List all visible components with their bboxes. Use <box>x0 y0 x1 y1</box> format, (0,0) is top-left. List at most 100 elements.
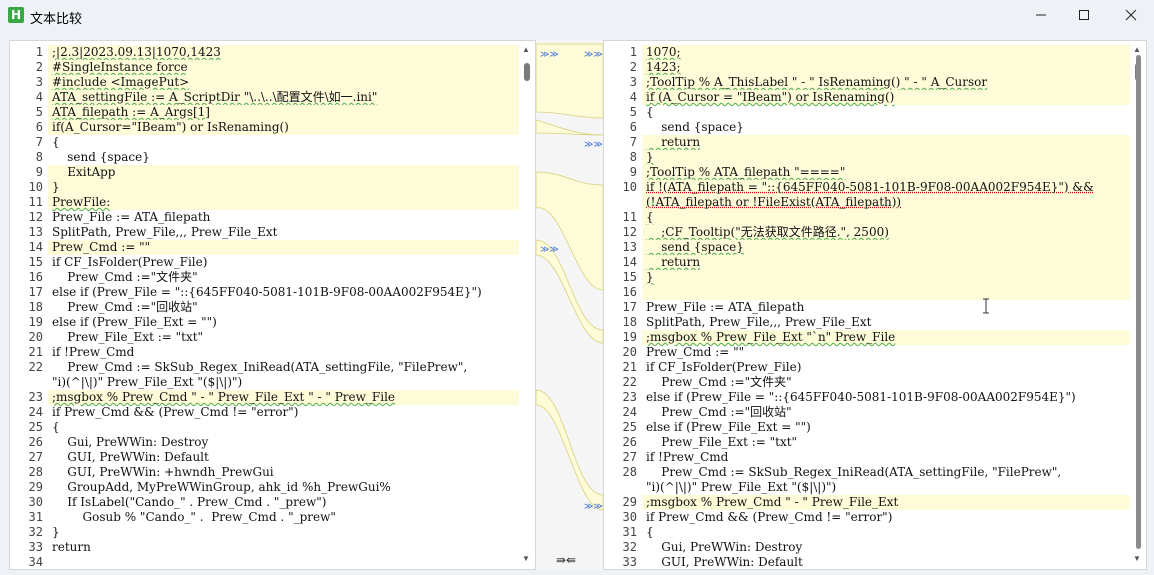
line-text[interactable]: Prew_Cmd :="文件夹" <box>52 270 197 285</box>
diff-marker-right[interactable]: ≫≫ <box>584 140 603 150</box>
line-text[interactable]: else if (Prew_File_Ext = "") <box>646 420 811 435</box>
left-editor-pane[interactable]: 1 ;|2.3|2023.09.13|1070,1423 2 #SingleInsta… <box>9 40 536 570</box>
left-code-line[interactable]: 23 ;msgbox % Prew_Cmd " - " Prew_File_Ext… <box>10 390 519 405</box>
line-text[interactable]: } <box>646 150 654 165</box>
right-code-line[interactable]: 14 return <box>604 255 1130 270</box>
line-text[interactable]: } <box>646 270 654 285</box>
diff-marker-left[interactable]: ≫≫ <box>540 245 559 255</box>
left-code-line[interactable]: 1 ;|2.3|2023.09.13|1070,1423 <box>10 45 519 60</box>
scroll-down-arrow-icon[interactable]: ▼ <box>1133 554 1141 563</box>
right-code-line[interactable]: 3 ;ToolTip % A_ThisLabel " - " IsRenaming… <box>604 75 1130 90</box>
line-text[interactable]: if !Prew_Cmd <box>52 345 134 360</box>
left-code-line[interactable]: 22 Prew_Cmd := SkSub_Regex_IniRead(ATA_s… <box>10 360 519 375</box>
right-code-line[interactable]: 11 { <box>604 210 1130 225</box>
right-code-line[interactable]: 33 GUI, PreWWin: Default <box>604 555 1130 569</box>
right-code-line[interactable]: "i)(^|\|)" Prew_File_Ext "($|\|)") <box>604 480 1130 495</box>
line-text[interactable]: { <box>52 420 60 435</box>
right-code-line[interactable]: 21 if CF_IsFolder(Prew_File) <box>604 360 1130 375</box>
left-code-line[interactable]: 30 If IsLabel("Cando_" . Prew_Cmd . "_pr… <box>10 495 519 510</box>
right-code-line[interactable]: 26 Prew_File_Ext := "txt" <box>604 435 1130 450</box>
diff-marker-left[interactable]: ≫≫ <box>540 50 559 60</box>
right-code-line[interactable]: 27 if !Prew_Cmd <box>604 450 1130 465</box>
right-code-line[interactable]: 25 else if (Prew_File_Ext = "") <box>604 420 1130 435</box>
left-code-line[interactable]: 4 ATA_settingFile := A_ScriptDir "\..\..\… <box>10 90 519 105</box>
left-code-line[interactable]: 24 if Prew_Cmd && (Prew_Cmd != "error") <box>10 405 519 420</box>
left-code-line[interactable]: 25 { <box>10 420 519 435</box>
line-text[interactable]: "i)(^|\|)" Prew_File_Ext "($|\|)") <box>646 480 836 495</box>
maximize-button[interactable] <box>1061 0 1107 30</box>
left-code-line[interactable]: 2 #SingleInstance force <box>10 60 519 75</box>
right-code-line[interactable]: 23 else if (Prew_File = "::{645FF040-5081… <box>604 390 1130 405</box>
left-code-line[interactable]: 31 Gosub % "Cando_" . Prew_Cmd . "_prew" <box>10 510 519 525</box>
right-code-line[interactable]: 16 <box>604 285 1130 300</box>
left-code-line[interactable]: 10} <box>10 180 519 195</box>
line-text[interactable]: send {space} <box>646 120 744 135</box>
left-code-line[interactable]: 15 if CF_IsFolder(Prew_File) <box>10 255 519 270</box>
line-text[interactable]: SplitPath, Prew_File,,, Prew_File_Ext <box>52 225 277 240</box>
right-code-line[interactable]: 29 ;msgbox % Prew_Cmd " - " Prew_File_Ext <box>604 495 1130 510</box>
diff-marker-right[interactable]: ≫≫ <box>584 502 603 512</box>
line-text[interactable]: Prew_File := ATA_filepath <box>646 300 804 315</box>
right-code-line[interactable]: 10 if !(ATA_filepath = "::{645FF040-5081-… <box>604 180 1130 195</box>
right-code-line[interactable]: 31 { <box>604 525 1130 540</box>
line-text[interactable]: else if (Prew_File_Ext = "") <box>52 315 217 330</box>
merge-all-button[interactable]: ⇛⇚ <box>556 553 576 567</box>
line-text[interactable]: Prew_File_Ext := "txt" <box>646 435 797 450</box>
line-text[interactable]: (!ATA_filepath or !FileExist(ATA_filepat… <box>646 195 901 210</box>
left-code-line[interactable]: "i)(^|\|)" Prew_File_Ext "($|\|)") <box>10 375 519 390</box>
line-text[interactable]: } <box>52 180 60 195</box>
right-code-line[interactable]: 20 Prew_Cmd := "" <box>604 345 1130 360</box>
line-text[interactable]: GUI, PreWWin: Default <box>646 555 803 569</box>
right-code-line[interactable]: 1 1070; <box>604 45 1130 60</box>
left-code-line[interactable]: 26 Gui, PreWWin: Destroy <box>10 435 519 450</box>
close-button[interactable] <box>1108 0 1154 30</box>
line-text[interactable]: ;ToolTip % A_ThisLabel " - " IsRenaming(… <box>646 75 987 90</box>
left-code-line[interactable]: 3 #include <ImagePut> <box>10 75 519 90</box>
line-text[interactable]: { <box>646 525 654 540</box>
line-text[interactable]: Prew_File := ATA_filepath <box>52 210 210 225</box>
right-code-line[interactable]: 32 Gui, PreWWin: Destroy <box>604 540 1130 555</box>
right-code-line[interactable]: 18 SplitPath, Prew_File,,, Prew_File_Ext <box>604 315 1130 330</box>
line-text[interactable]: 1423; <box>646 60 681 75</box>
left-code-line[interactable]: 8 send {space} <box>10 150 519 165</box>
left-code-line[interactable]: 29 GroupAdd, MyPreWWinGroup, ahk_id %h_P… <box>10 480 519 495</box>
scroll-up-arrow-icon[interactable]: ▲ <box>522 45 530 54</box>
left-code-line[interactable]: 17 else if (Prew_File = "::{645FF040-5081… <box>10 285 519 300</box>
line-text[interactable]: else if (Prew_File = "::{645FF040-5081-1… <box>52 285 482 300</box>
line-text[interactable]: if Prew_Cmd && (Prew_Cmd != "error") <box>646 510 892 525</box>
line-text[interactable]: return <box>52 540 91 555</box>
line-text[interactable]: Gui, PreWWin: Destroy <box>52 435 208 450</box>
left-code-line[interactable]: 32} <box>10 525 519 540</box>
line-text[interactable]: Gui, PreWWin: Destroy <box>646 540 802 555</box>
line-text[interactable]: if Prew_Cmd && (Prew_Cmd != "error") <box>52 405 298 420</box>
line-text[interactable]: GroupAdd, MyPreWWinGroup, ahk_id %h_Prew… <box>52 480 391 495</box>
line-text[interactable]: if(A_Cursor="IBeam") or IsRenaming() <box>52 120 289 135</box>
left-code-line[interactable]: 18 Prew_Cmd :="回收站" <box>10 300 519 315</box>
left-code-line[interactable]: 27 GUI, PreWWin: Default <box>10 450 519 465</box>
line-text[interactable]: if CF_IsFolder(Prew_File) <box>646 360 801 375</box>
line-text[interactable]: ;ToolTip % ATA_filepath "====" <box>646 165 845 180</box>
line-text[interactable]: Prew_Cmd :="回收站" <box>52 300 197 315</box>
line-text[interactable]: GUI, PreWWin: Default <box>52 450 209 465</box>
line-text[interactable]: ;|2.3|2023.09.13|1070,1423 <box>52 45 221 60</box>
right-code-line[interactable]: 13 send {space} <box>604 240 1130 255</box>
line-text[interactable]: Prew_Cmd :="回收站" <box>646 405 791 420</box>
left-code-line[interactable]: 14 Prew_Cmd := "" <box>10 240 519 255</box>
line-text[interactable]: ;msgbox % Prew_Cmd " - " Prew_File_Ext <box>646 495 898 510</box>
left-code-line[interactable]: 34 <box>10 555 519 569</box>
left-code-line[interactable]: 28 GUI, PreWWin: +hwndh_PrewGui <box>10 465 519 480</box>
line-text[interactable]: Prew_File_Ext := "txt" <box>52 330 203 345</box>
line-text[interactable]: ExitApp <box>52 165 115 180</box>
line-text[interactable]: { <box>646 105 654 120</box>
line-text[interactable]: } <box>52 525 60 540</box>
line-text[interactable]: Gosub % "Cando_" . Prew_Cmd . "_prew" <box>52 510 336 525</box>
line-text[interactable]: Prew_Cmd :="文件夹" <box>646 375 791 390</box>
line-text[interactable]: else if (Prew_File = "::{645FF040-5081-1… <box>646 390 1076 405</box>
right-code-line[interactable]: 19 ;msgbox % Prew_File_Ext "`n" Prew_File <box>604 330 1130 345</box>
left-code-line[interactable]: 13 SplitPath, Prew_File,,, Prew_File_Ext <box>10 225 519 240</box>
line-text[interactable]: if !Prew_Cmd <box>646 450 728 465</box>
right-code-line[interactable]: 15} <box>604 270 1130 285</box>
line-text[interactable]: ;msgbox % Prew_File_Ext "`n" Prew_File <box>646 330 895 345</box>
line-text[interactable]: return <box>646 255 700 270</box>
right-code-line[interactable]: 8} <box>604 150 1130 165</box>
